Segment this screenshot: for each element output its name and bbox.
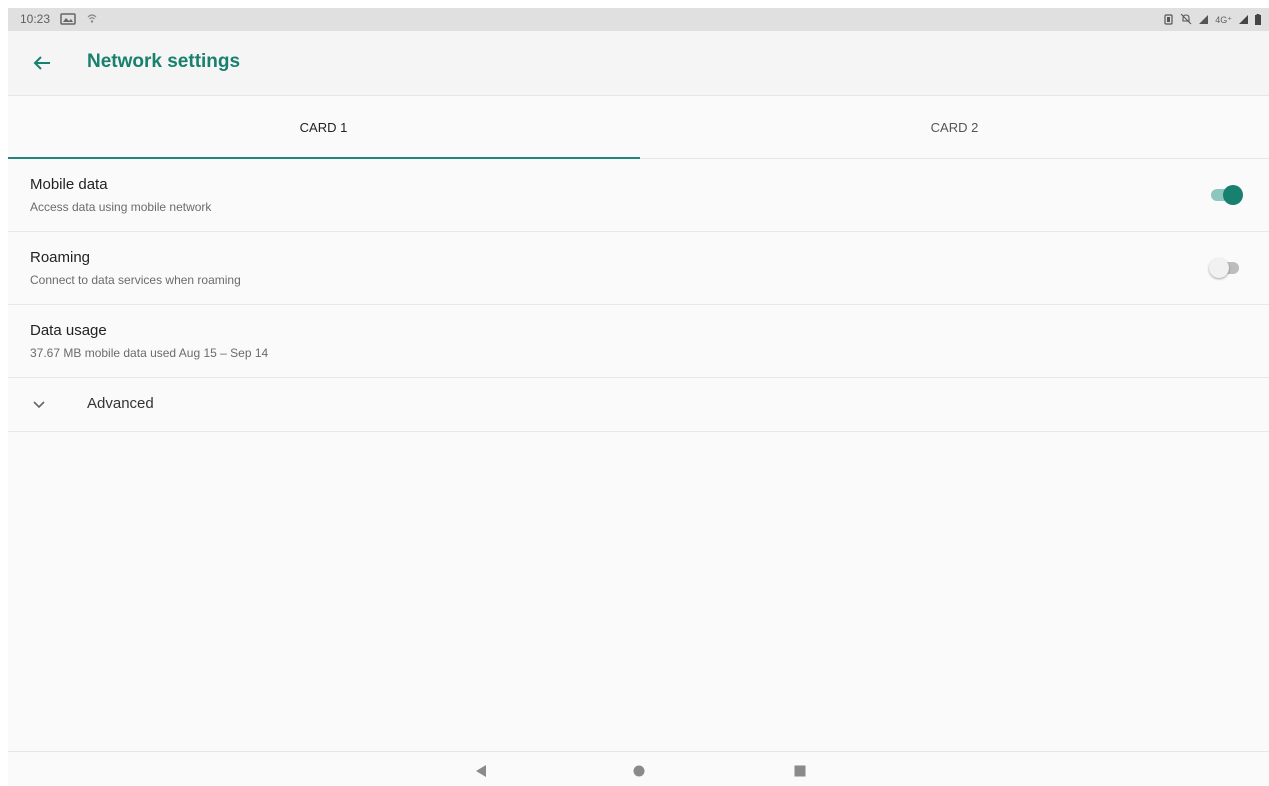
signal-icon xyxy=(1238,14,1249,26)
mobile-data-summary: Access data using mobile network xyxy=(30,200,212,214)
tab-card-1[interactable]: CARD 1 xyxy=(8,96,639,158)
mobile-data-setting[interactable]: Mobile data Access data using mobile net… xyxy=(8,159,1269,232)
back-button[interactable] xyxy=(28,49,56,77)
app-bar: Network settings xyxy=(8,31,1269,96)
vibrate-icon xyxy=(1163,13,1174,27)
nav-recents-button[interactable] xyxy=(789,760,811,782)
nav-back-button[interactable] xyxy=(470,760,492,782)
roaming-toggle[interactable] xyxy=(1209,257,1243,279)
photo-notification-icon xyxy=(60,13,76,28)
roaming-title: Roaming xyxy=(30,249,91,266)
tab-card-2[interactable]: CARD 2 xyxy=(639,96,1269,158)
mobile-data-toggle[interactable] xyxy=(1209,184,1243,206)
home-circle-icon xyxy=(633,765,645,777)
status-time: 10:23 xyxy=(20,12,51,26)
wifi-hotspot-icon xyxy=(86,13,98,28)
nav-home-button[interactable] xyxy=(628,760,650,782)
arrow-back-icon xyxy=(33,56,50,70)
page-title: Network settings xyxy=(87,51,241,72)
back-triangle-icon xyxy=(476,765,486,777)
sim-card-tabs: CARD 1 CARD 2 xyxy=(8,96,1269,159)
advanced-label: Advanced xyxy=(87,395,154,412)
navigation-bar xyxy=(8,751,1269,786)
mobile-data-title: Mobile data xyxy=(30,176,108,193)
roaming-setting[interactable]: Roaming Connect to data services when ro… xyxy=(8,232,1269,305)
advanced-expander[interactable]: Advanced xyxy=(8,378,1269,432)
chevron-down-icon xyxy=(33,401,45,409)
tab-card-1-label: CARD 1 xyxy=(299,119,348,135)
network-type-label: 4G⁺ xyxy=(1215,14,1232,25)
data-usage-title: Data usage xyxy=(30,322,107,339)
data-usage-summary: 37.67 MB mobile data used Aug 15 – Sep 1… xyxy=(30,346,269,360)
toggle-thumb xyxy=(1209,258,1229,278)
status-bar: 10:23 4G⁺ xyxy=(8,8,1269,31)
tab-card-2-label: CARD 2 xyxy=(930,119,979,135)
data-usage-setting[interactable]: Data usage 37.67 MB mobile data used Aug… xyxy=(8,305,1269,378)
roaming-summary: Connect to data services when roaming xyxy=(30,273,241,287)
recents-square-icon xyxy=(794,765,806,777)
battery-icon xyxy=(1255,13,1261,27)
toggle-thumb xyxy=(1223,185,1243,205)
signal-icon xyxy=(1198,14,1209,26)
screen: 10:23 4G⁺ Network settings CARD 1 CARD 2… xyxy=(8,8,1269,786)
mute-icon xyxy=(1180,13,1192,27)
